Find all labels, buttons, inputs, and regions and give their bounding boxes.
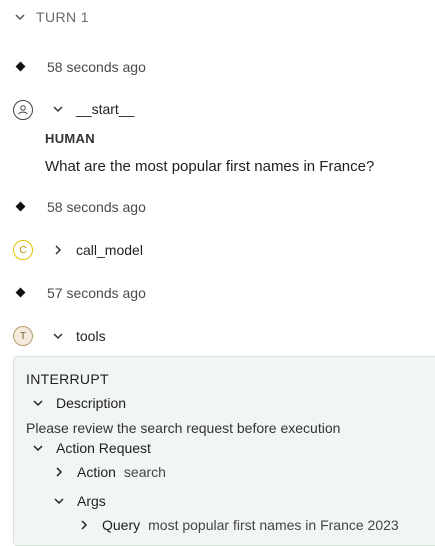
event-time: 58 seconds ago [47,199,146,215]
chevron-down-icon [14,11,26,23]
node-name: call_model [76,242,143,258]
node-tools-toggle[interactable]: tools [52,328,106,344]
call-model-avatar: C [13,240,33,260]
chevron-right-icon [78,519,90,531]
description-toggle[interactable]: Description [32,395,126,411]
chevron-down-icon [53,495,65,507]
event-dot-icon [15,287,26,298]
message-text: What are the most popular first names in… [45,158,375,175]
chevron-right-icon [53,466,65,478]
chevron-down-icon [52,103,64,115]
description-text: Please review the search request before … [26,420,341,436]
node-name: __start__ [76,101,135,117]
query-value: most popular first names in France 2023 [148,517,399,533]
query-key: Query [102,517,141,533]
chevron-down-icon [52,330,64,342]
action-toggle[interactable]: Action search [53,464,166,480]
action-request-toggle[interactable]: Action Request [32,440,151,456]
user-avatar-icon [13,100,33,120]
args-label: Args [77,493,106,509]
interrupt-title: INTERRUPT [26,371,109,387]
event-dot-icon [15,61,26,72]
action-key: Action [77,464,116,480]
action-request-label: Action Request [56,440,151,456]
chevron-down-icon [32,397,44,409]
args-toggle[interactable]: Args [53,493,106,509]
tools-avatar: T [13,326,33,346]
chevron-right-icon [52,244,64,256]
event-dot-icon [15,201,26,212]
message-role: HUMAN [45,131,95,146]
node-name: tools [76,328,106,344]
turn-header[interactable]: TURN 1 [14,8,89,26]
chevron-down-icon [32,442,44,454]
interrupt-panel: INTERRUPT Description Please review the … [13,356,435,546]
event-time: 58 seconds ago [47,59,146,75]
description-label: Description [56,395,127,411]
action-value: search [123,464,166,480]
turn-label: TURN 1 [36,9,89,25]
query-toggle[interactable]: Query most popular first names in France… [78,517,399,533]
event-time: 57 seconds ago [47,285,146,301]
node-call-model-toggle[interactable]: call_model [52,242,143,258]
node-start-toggle[interactable]: __start__ [52,101,134,117]
